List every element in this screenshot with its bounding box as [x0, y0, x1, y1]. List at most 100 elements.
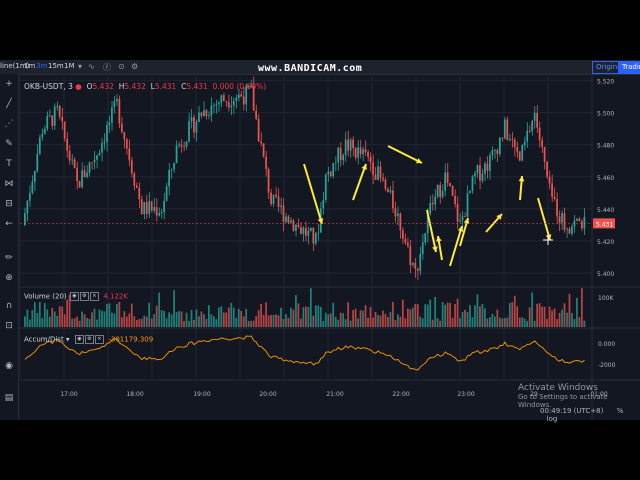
volume-bar [546, 318, 548, 327]
volume-bar [454, 303, 456, 327]
volume-axis-tick: 100K [598, 295, 614, 302]
candle [531, 119, 534, 136]
candle [309, 227, 312, 232]
volume-bar [51, 307, 54, 327]
volume-bar [421, 318, 424, 327]
volume-bar [290, 307, 292, 327]
settings-small-icon[interactable]: ⚙ [79, 292, 89, 301]
volume-bar [548, 306, 551, 327]
candle [275, 187, 277, 199]
eye-toggle-icon[interactable]: ◉ [69, 292, 79, 301]
candle [168, 162, 170, 196]
volume-bar [280, 307, 282, 327]
volume-bar [24, 316, 26, 327]
volume-bar [416, 304, 419, 327]
price-chart[interactable]: 5.520 5.500 5.480 5.460 5.440 5.420 5.400 5.431… [0, 60, 640, 420]
volume-bar [397, 314, 399, 327]
candle [255, 104, 258, 121]
candle [387, 187, 389, 193]
change-value: 0.000 (0.00%) [212, 82, 267, 91]
candle [409, 239, 412, 274]
volume-bar [518, 317, 521, 327]
volume-bar [250, 320, 253, 327]
arrow-annotation [459, 217, 470, 247]
candle [130, 157, 133, 178]
volume-bar [374, 311, 377, 327]
candle [344, 131, 347, 162]
candle [434, 189, 437, 211]
close-small-icon[interactable]: × [89, 292, 99, 301]
candle [53, 103, 56, 131]
volume-bar [484, 308, 486, 327]
volume-bar [120, 317, 123, 327]
candle [436, 184, 439, 199]
volume-bar [332, 302, 335, 327]
candle [489, 152, 491, 180]
volume-bar [175, 312, 178, 327]
volume-bar [307, 307, 310, 327]
volume-bar [262, 314, 265, 327]
candle [265, 150, 267, 177]
candle [399, 212, 402, 239]
candle [546, 160, 548, 179]
volume-bar [125, 316, 128, 327]
candle [83, 165, 86, 178]
candle [441, 184, 444, 199]
price-tick: 5.500 [597, 111, 614, 118]
volume-bar [61, 306, 64, 327]
volume-bar [302, 307, 305, 327]
volume-bar [583, 320, 586, 327]
settings-small-icon[interactable]: ⚙ [84, 335, 94, 344]
candle [140, 195, 143, 215]
candle [193, 114, 195, 139]
candle [536, 105, 539, 133]
candle [116, 94, 118, 106]
chart-grid [19, 74, 640, 420]
candle [424, 233, 427, 245]
volume-bar [337, 319, 340, 327]
candle [322, 192, 325, 215]
candle [38, 134, 41, 156]
accum-dropdown-icon[interactable]: ▾ [66, 336, 70, 344]
volume-bar [503, 318, 506, 327]
candle [267, 167, 270, 200]
candle [133, 171, 136, 191]
candle [503, 116, 506, 140]
volume-bar [508, 302, 511, 327]
candle [272, 194, 275, 207]
candle [583, 208, 586, 236]
symbol-label[interactable]: OKB-USDT [24, 82, 63, 91]
candle [493, 148, 496, 159]
candle [58, 104, 61, 120]
volume-bar [285, 314, 287, 327]
volume-bar [513, 295, 516, 327]
candle [178, 141, 180, 149]
volume-bar [193, 319, 195, 327]
candle [476, 164, 479, 179]
candle [76, 161, 78, 190]
candle [257, 114, 260, 142]
candle [367, 149, 369, 162]
log-toggle[interactable]: log [547, 415, 558, 423]
recorder-watermark: www.BANDICAM.com [258, 63, 363, 74]
volume-bar [476, 294, 479, 327]
volume-bar [491, 314, 494, 327]
volume-bar [58, 306, 61, 327]
volume-bar [205, 318, 208, 327]
close-small-icon[interactable]: × [94, 335, 104, 344]
percent-toggle[interactable]: % [617, 407, 624, 415]
volume-bar [227, 307, 230, 327]
volume-bar [78, 320, 81, 327]
volume-bar [314, 305, 317, 327]
candle [571, 224, 573, 237]
volume-bar [344, 319, 347, 327]
volume-bar [31, 310, 34, 327]
candle [188, 112, 190, 144]
volume-bar [183, 321, 185, 327]
volume-bar [305, 306, 307, 327]
volume-bar [46, 309, 49, 327]
volume-bar [160, 310, 163, 327]
candle [300, 222, 302, 235]
eye-toggle-icon[interactable]: ◉ [74, 335, 84, 344]
volume-bar [133, 316, 136, 327]
